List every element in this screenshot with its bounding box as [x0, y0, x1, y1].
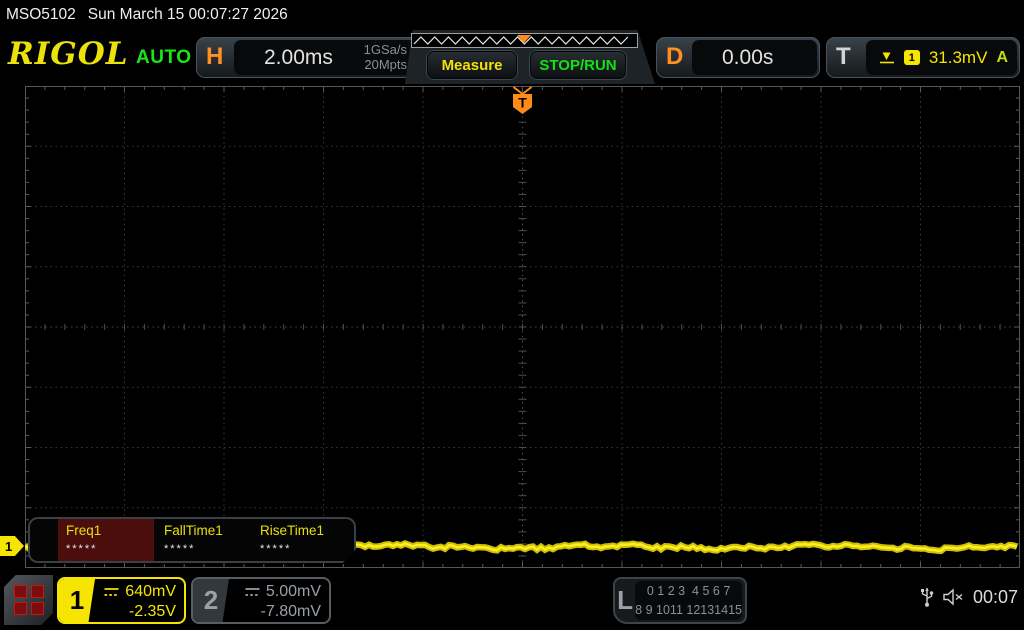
graticule-area: T [25, 86, 1020, 568]
horizontal-panel[interactable]: H 2.00ms 1GSa/s 20Mpts [196, 37, 419, 78]
timebase-value: 2.00ms [264, 46, 333, 70]
channel1-panel[interactable]: 1 640mV -2.35V [57, 577, 186, 624]
delay-pill: 0.00s [692, 40, 817, 75]
channel1-scale: 640mV [125, 582, 176, 602]
logic-row2: 8 9 1011 12131415 [635, 601, 742, 620]
status-bar: MSO5102 Sun March 15 00:07:27 2026 [0, 0, 1024, 30]
logic-channel-numbers: 0 1 2 3 4 5 6 7 8 9 1011 12131415 [635, 581, 742, 620]
trigger-edge-icon [879, 50, 895, 65]
horizontal-pill: 2.00ms 1GSa/s 20Mpts [234, 40, 416, 75]
sample-rate-block: 1GSa/s 20Mpts [364, 43, 407, 73]
logic-analyzer-panel[interactable]: L 0 1 2 3 4 5 6 7 8 9 1011 12131415 [613, 577, 747, 624]
speaker-muted-icon[interactable] [942, 587, 966, 607]
ch1-ground-marker[interactable]: 1 [0, 536, 24, 556]
menu-grid-icon [14, 585, 44, 615]
datetime: Sun March 15 00:07:27 2026 [88, 6, 288, 24]
channel2-panel[interactable]: 2 5.00mV -7.80mV [191, 577, 331, 624]
delay-label: D [666, 43, 683, 71]
quick-menu-button[interactable] [4, 575, 53, 625]
trigger-label: T [836, 43, 851, 71]
measure-button[interactable]: Measure [427, 51, 517, 79]
measurement-label: Freq1 [66, 523, 154, 538]
measurement-item-falltime[interactable]: FallTime1 ***** [156, 519, 252, 561]
trigger-source-badge: 1 [904, 50, 920, 65]
system-tray: 00:07 [919, 586, 1022, 608]
waveform-preview-bar[interactable] [411, 33, 638, 48]
dc-coupling-icon [103, 587, 120, 598]
delay-panel[interactable]: D 0.00s [656, 37, 820, 78]
runtime-clock: 00:07 [973, 587, 1018, 608]
measurement-value: ***** [66, 543, 154, 555]
sample-rate: 1GSa/s [364, 43, 407, 58]
logic-label: L [615, 585, 635, 616]
channel2-scale: 5.00mV [266, 582, 321, 602]
svg-text:T: T [518, 95, 527, 111]
channel2-values: 5.00mV -7.80mV [229, 579, 329, 622]
measurement-value: ***** [164, 543, 252, 555]
trigger-level-value: 31.3mV [929, 48, 988, 68]
memory-depth: 20Mpts [364, 58, 407, 73]
measurement-value: ***** [260, 543, 348, 555]
channel2-number: 2 [193, 579, 229, 622]
channel1-values: 640mV -2.35V [95, 579, 184, 622]
rigol-logo: RIGOL [8, 36, 129, 72]
measurement-overlay-inner: Freq1 ***** FallTime1 ***** RiseTime1 **… [30, 519, 354, 561]
model-name: MSO5102 [6, 6, 76, 24]
channel1-offset: -2.35V [95, 602, 176, 622]
dc-coupling-icon [244, 587, 261, 598]
measurement-item-risetime[interactable]: RiseTime1 ***** [252, 519, 348, 561]
trigger-panel[interactable]: T 1 31.3mV A [826, 37, 1020, 78]
stop-run-button[interactable]: STOP/RUN [530, 51, 626, 79]
oscilloscope-screen: MSO5102 Sun March 15 00:07:27 2026 RIGOL… [0, 0, 1024, 630]
measurement-item-freq[interactable]: Freq1 ***** [58, 519, 154, 561]
measurement-label: RiseTime1 [260, 523, 348, 538]
measurement-overlay: Freq1 ***** FallTime1 ***** RiseTime1 **… [28, 517, 356, 563]
usb-icon [919, 586, 935, 608]
trigger-sweep-mode: A [996, 49, 1008, 67]
delay-value: 0.00s [722, 46, 773, 70]
measurement-label: FallTime1 [164, 523, 252, 538]
acquisition-status: AUTO [136, 47, 191, 69]
trigger-pill: 1 31.3mV A [866, 40, 1017, 75]
channel1-number: 1 [59, 579, 95, 622]
channel2-offset: -7.80mV [229, 602, 321, 622]
logic-row1: 0 1 2 3 4 5 6 7 [647, 582, 730, 601]
horizontal-label: H [206, 43, 223, 71]
